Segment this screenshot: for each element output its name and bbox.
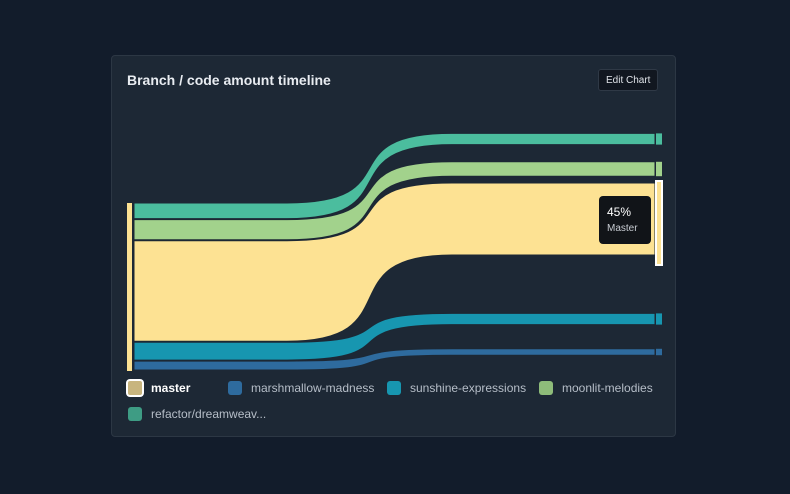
legend-swatch <box>126 379 144 397</box>
node-sunshine-expressions-end[interactable] <box>656 313 662 325</box>
node-moonlit-melodies-end[interactable] <box>656 161 662 177</box>
node-refactor-dreamweav-end[interactable] <box>656 133 662 145</box>
legend-label: marshmallow-madness <box>251 381 375 395</box>
legend-label: sunshine-expressions <box>410 381 527 395</box>
chart-card: Branch / code amount timeline Edit Chart… <box>111 55 676 437</box>
legend-swatch <box>228 381 242 395</box>
legend-swatch <box>539 381 553 395</box>
tooltip: 45% Master <box>599 196 651 244</box>
legend-label: refactor/dreamweav... <box>151 407 267 421</box>
legend-swatch <box>128 407 142 421</box>
node-marshmallow-madness-end[interactable] <box>656 348 662 356</box>
tooltip-label: Master <box>607 223 638 234</box>
legend-item-sunshine-expressions[interactable]: sunshine-expressions <box>387 381 526 395</box>
legend-item-master[interactable]: master <box>126 379 190 397</box>
legend-label: moonlit-melodies <box>562 381 653 395</box>
legend-label: master <box>151 381 191 395</box>
legend-item-refactor-dreamweav[interactable]: refactor/dreamweav... <box>128 407 266 421</box>
flows-layer <box>133 132 656 371</box>
legend-item-moonlit-melodies[interactable]: moonlit-melodies <box>539 381 653 395</box>
node-master-end[interactable] <box>655 180 663 266</box>
legend-swatch <box>387 381 401 395</box>
legend-item-marshmallow-madness[interactable]: marshmallow-madness <box>228 381 374 395</box>
node-master-start[interactable] <box>127 203 132 371</box>
tooltip-value: 45% <box>607 205 632 219</box>
